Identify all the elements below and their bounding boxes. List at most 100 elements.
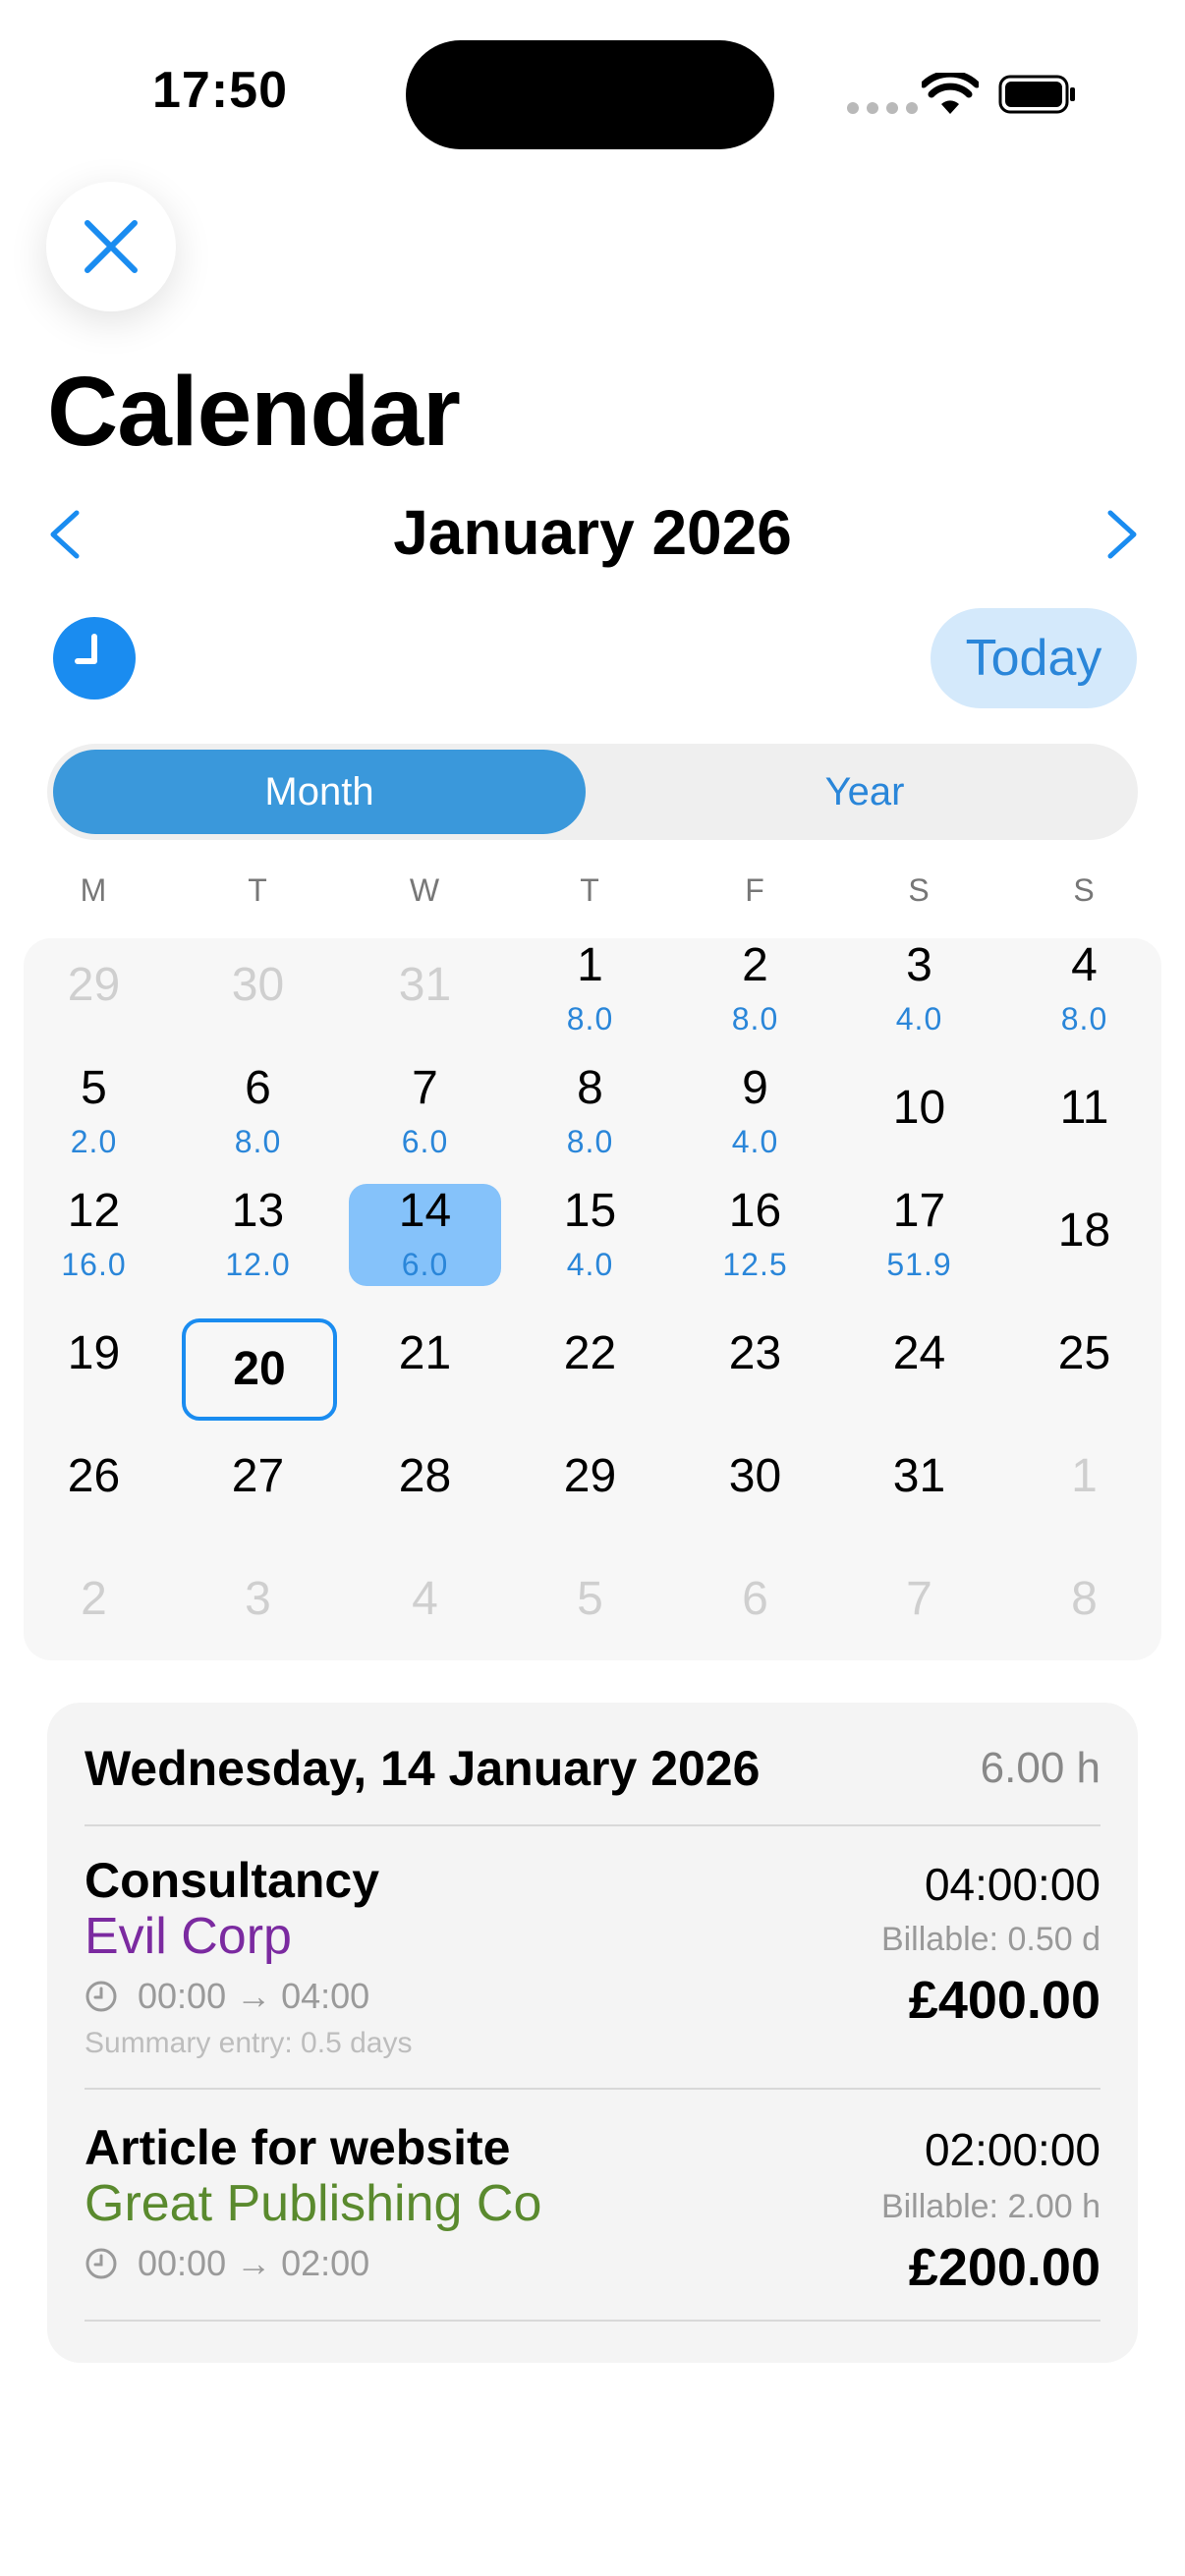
day-cell[interactable]: 31 [843, 1429, 995, 1532]
clock-icon [75, 634, 97, 664]
next-month-button[interactable] [1102, 509, 1142, 560]
day-cell[interactable]: 13 12.0 [182, 1184, 334, 1286]
weekday-label: W [409, 872, 440, 908]
day-cell[interactable]: 21 [349, 1307, 501, 1409]
day-cell[interactable]: 3 [182, 1552, 334, 1654]
day-number: 29 [563, 1450, 617, 1502]
tab-month[interactable]: Month [53, 750, 586, 834]
day-hours: 4.0 [895, 1001, 943, 1036]
day-cell[interactable]: 27 [182, 1429, 334, 1532]
weekday-label: M [80, 872, 107, 908]
day-number: 15 [563, 1185, 617, 1237]
entry-summary: Summary entry: 0.5 days [85, 2027, 413, 2059]
day-hours: 8.0 [566, 1124, 614, 1159]
dynamic-island [406, 40, 774, 149]
day-cell[interactable]: 30 [679, 1429, 831, 1532]
day-cell[interactable]: 25 [1008, 1307, 1160, 1409]
day-cell[interactable]: 7 [843, 1552, 995, 1654]
day-cell[interactable]: 8 [1008, 1552, 1160, 1654]
weekday-label: S [1073, 872, 1095, 908]
day-hours: 8.0 [566, 1001, 614, 1036]
day-cell-today[interactable]: 20 [182, 1318, 337, 1421]
day-cell[interactable]: 5 [514, 1552, 666, 1654]
day-hours: 8.0 [234, 1124, 282, 1159]
day-cell[interactable]: 3 4.0 [843, 938, 995, 1040]
day-number: 17 [892, 1185, 946, 1237]
month-title: January 2026 [393, 497, 792, 568]
day-hours: 6.0 [401, 1124, 449, 1159]
cellular-signal-icon [847, 102, 918, 114]
day-number: 21 [398, 1327, 452, 1379]
day-number: 4 [1071, 939, 1098, 991]
day-hours: 12.0 [225, 1247, 291, 1282]
entry-billable: Billable: 2.00 h [880, 2188, 1100, 2225]
day-number: 30 [231, 959, 285, 1011]
day-cell[interactable]: 19 [18, 1307, 170, 1409]
clock-icon [85, 2248, 117, 2279]
entry-client: Evil Corp [85, 1908, 292, 1965]
day-cell[interactable]: 4 8.0 [1008, 938, 1160, 1040]
day-hours: 4.0 [566, 1247, 614, 1282]
day-number: 6 [245, 1062, 271, 1114]
day-cell[interactable]: 29 [514, 1429, 666, 1532]
day-cell[interactable]: 2 8.0 [679, 938, 831, 1040]
day-cell[interactable]: 4 [349, 1552, 501, 1654]
status-time: 17:50 [152, 62, 288, 119]
day-cell[interactable]: 9 4.0 [679, 1061, 831, 1163]
time-tracking-button[interactable] [53, 617, 136, 700]
day-cell[interactable]: 26 [18, 1429, 170, 1532]
day-cell[interactable]: 6 [679, 1552, 831, 1654]
day-cell[interactable]: 2 [18, 1552, 170, 1654]
day-cell[interactable]: 23 [679, 1307, 831, 1409]
day-cell[interactable]: 29 [18, 938, 170, 1040]
entry-title: Article for website [85, 2120, 511, 2175]
day-cell[interactable]: 15 4.0 [514, 1184, 666, 1286]
day-number: 16 [728, 1185, 782, 1237]
day-cell[interactable]: 28 [349, 1429, 501, 1532]
day-number: 9 [742, 1062, 768, 1114]
day-number: 1 [577, 939, 603, 991]
day-number: 8 [1071, 1573, 1098, 1625]
day-number: 14 [398, 1185, 452, 1237]
entry-amount: £400.00 [908, 1971, 1100, 2030]
day-cell[interactable]: 5 2.0 [18, 1061, 170, 1163]
day-cell[interactable]: 8 8.0 [514, 1061, 666, 1163]
day-cell[interactable]: 12 16.0 [18, 1184, 170, 1286]
weekday-label: T [248, 872, 267, 908]
day-cell[interactable]: 24 [843, 1307, 995, 1409]
day-number: 4 [412, 1573, 438, 1625]
day-cell[interactable]: 7 6.0 [349, 1061, 501, 1163]
day-cell[interactable]: 22 [514, 1307, 666, 1409]
day-cell[interactable]: 17 51.9 [843, 1184, 995, 1286]
day-number: 12 [67, 1185, 121, 1237]
day-number: 5 [577, 1573, 603, 1625]
day-number: 1 [1071, 1450, 1098, 1502]
day-number: 10 [892, 1082, 946, 1134]
entry-duration: 04:00:00 [924, 1859, 1100, 1910]
day-number: 2 [81, 1573, 107, 1625]
entry-duration: 02:00:00 [924, 2124, 1100, 2175]
day-number: 25 [1057, 1327, 1111, 1379]
day-number: 11 [1059, 1082, 1109, 1134]
day-cell[interactable]: 11 [1008, 1061, 1160, 1163]
close-button[interactable] [46, 182, 176, 311]
day-number: 5 [81, 1062, 107, 1114]
day-number: 3 [245, 1573, 271, 1625]
day-cell[interactable]: 6 8.0 [182, 1061, 334, 1163]
day-hours: 8.0 [1060, 1001, 1108, 1036]
day-cell[interactable]: 1 [1008, 1429, 1160, 1532]
day-cell[interactable]: 10 [843, 1061, 995, 1163]
today-button[interactable]: Today [931, 608, 1137, 708]
day-cell[interactable]: 30 [182, 938, 334, 1040]
day-number: 26 [67, 1450, 121, 1502]
day-detail-card: Wednesday, 14 January 2026 6.00 h Consul… [47, 1703, 1138, 2363]
day-cell[interactable]: 18 [1008, 1184, 1160, 1286]
day-cell[interactable]: 1 8.0 [514, 938, 666, 1040]
day-cell-selected[interactable]: 14 6.0 [349, 1184, 501, 1286]
month-grid: 29 30 31 1 8.0 2 8.0 3 4.0 4 8.0 5 2.0 6 8.0 7 6.0 8 8.0 9 4… [24, 938, 1161, 1660]
tab-year[interactable]: Year [597, 750, 1132, 834]
day-cell[interactable]: 16 12.5 [679, 1184, 831, 1286]
day-hours: 8.0 [731, 1001, 779, 1036]
day-cell[interactable]: 31 [349, 938, 501, 1040]
day-number: 31 [398, 959, 452, 1011]
